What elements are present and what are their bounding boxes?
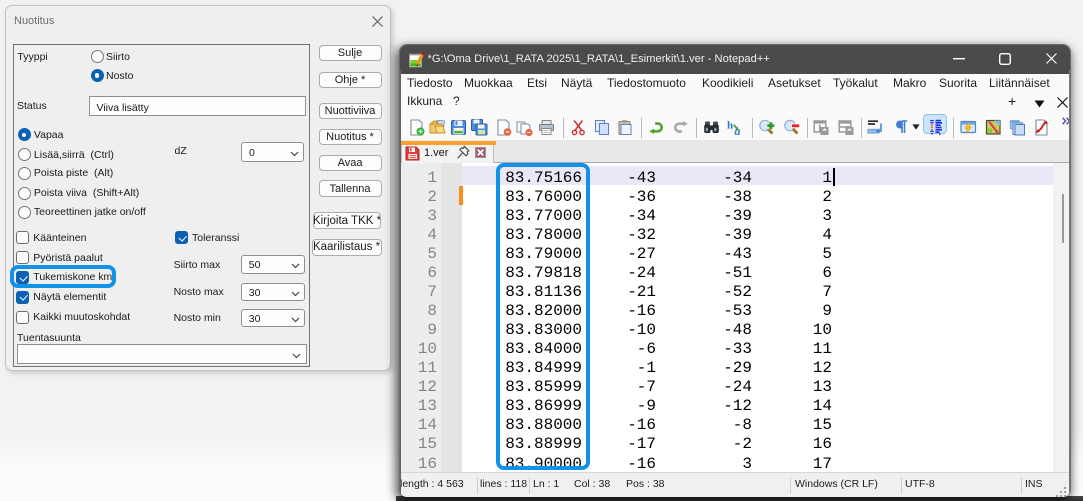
svg-text:h: h (727, 120, 733, 132)
